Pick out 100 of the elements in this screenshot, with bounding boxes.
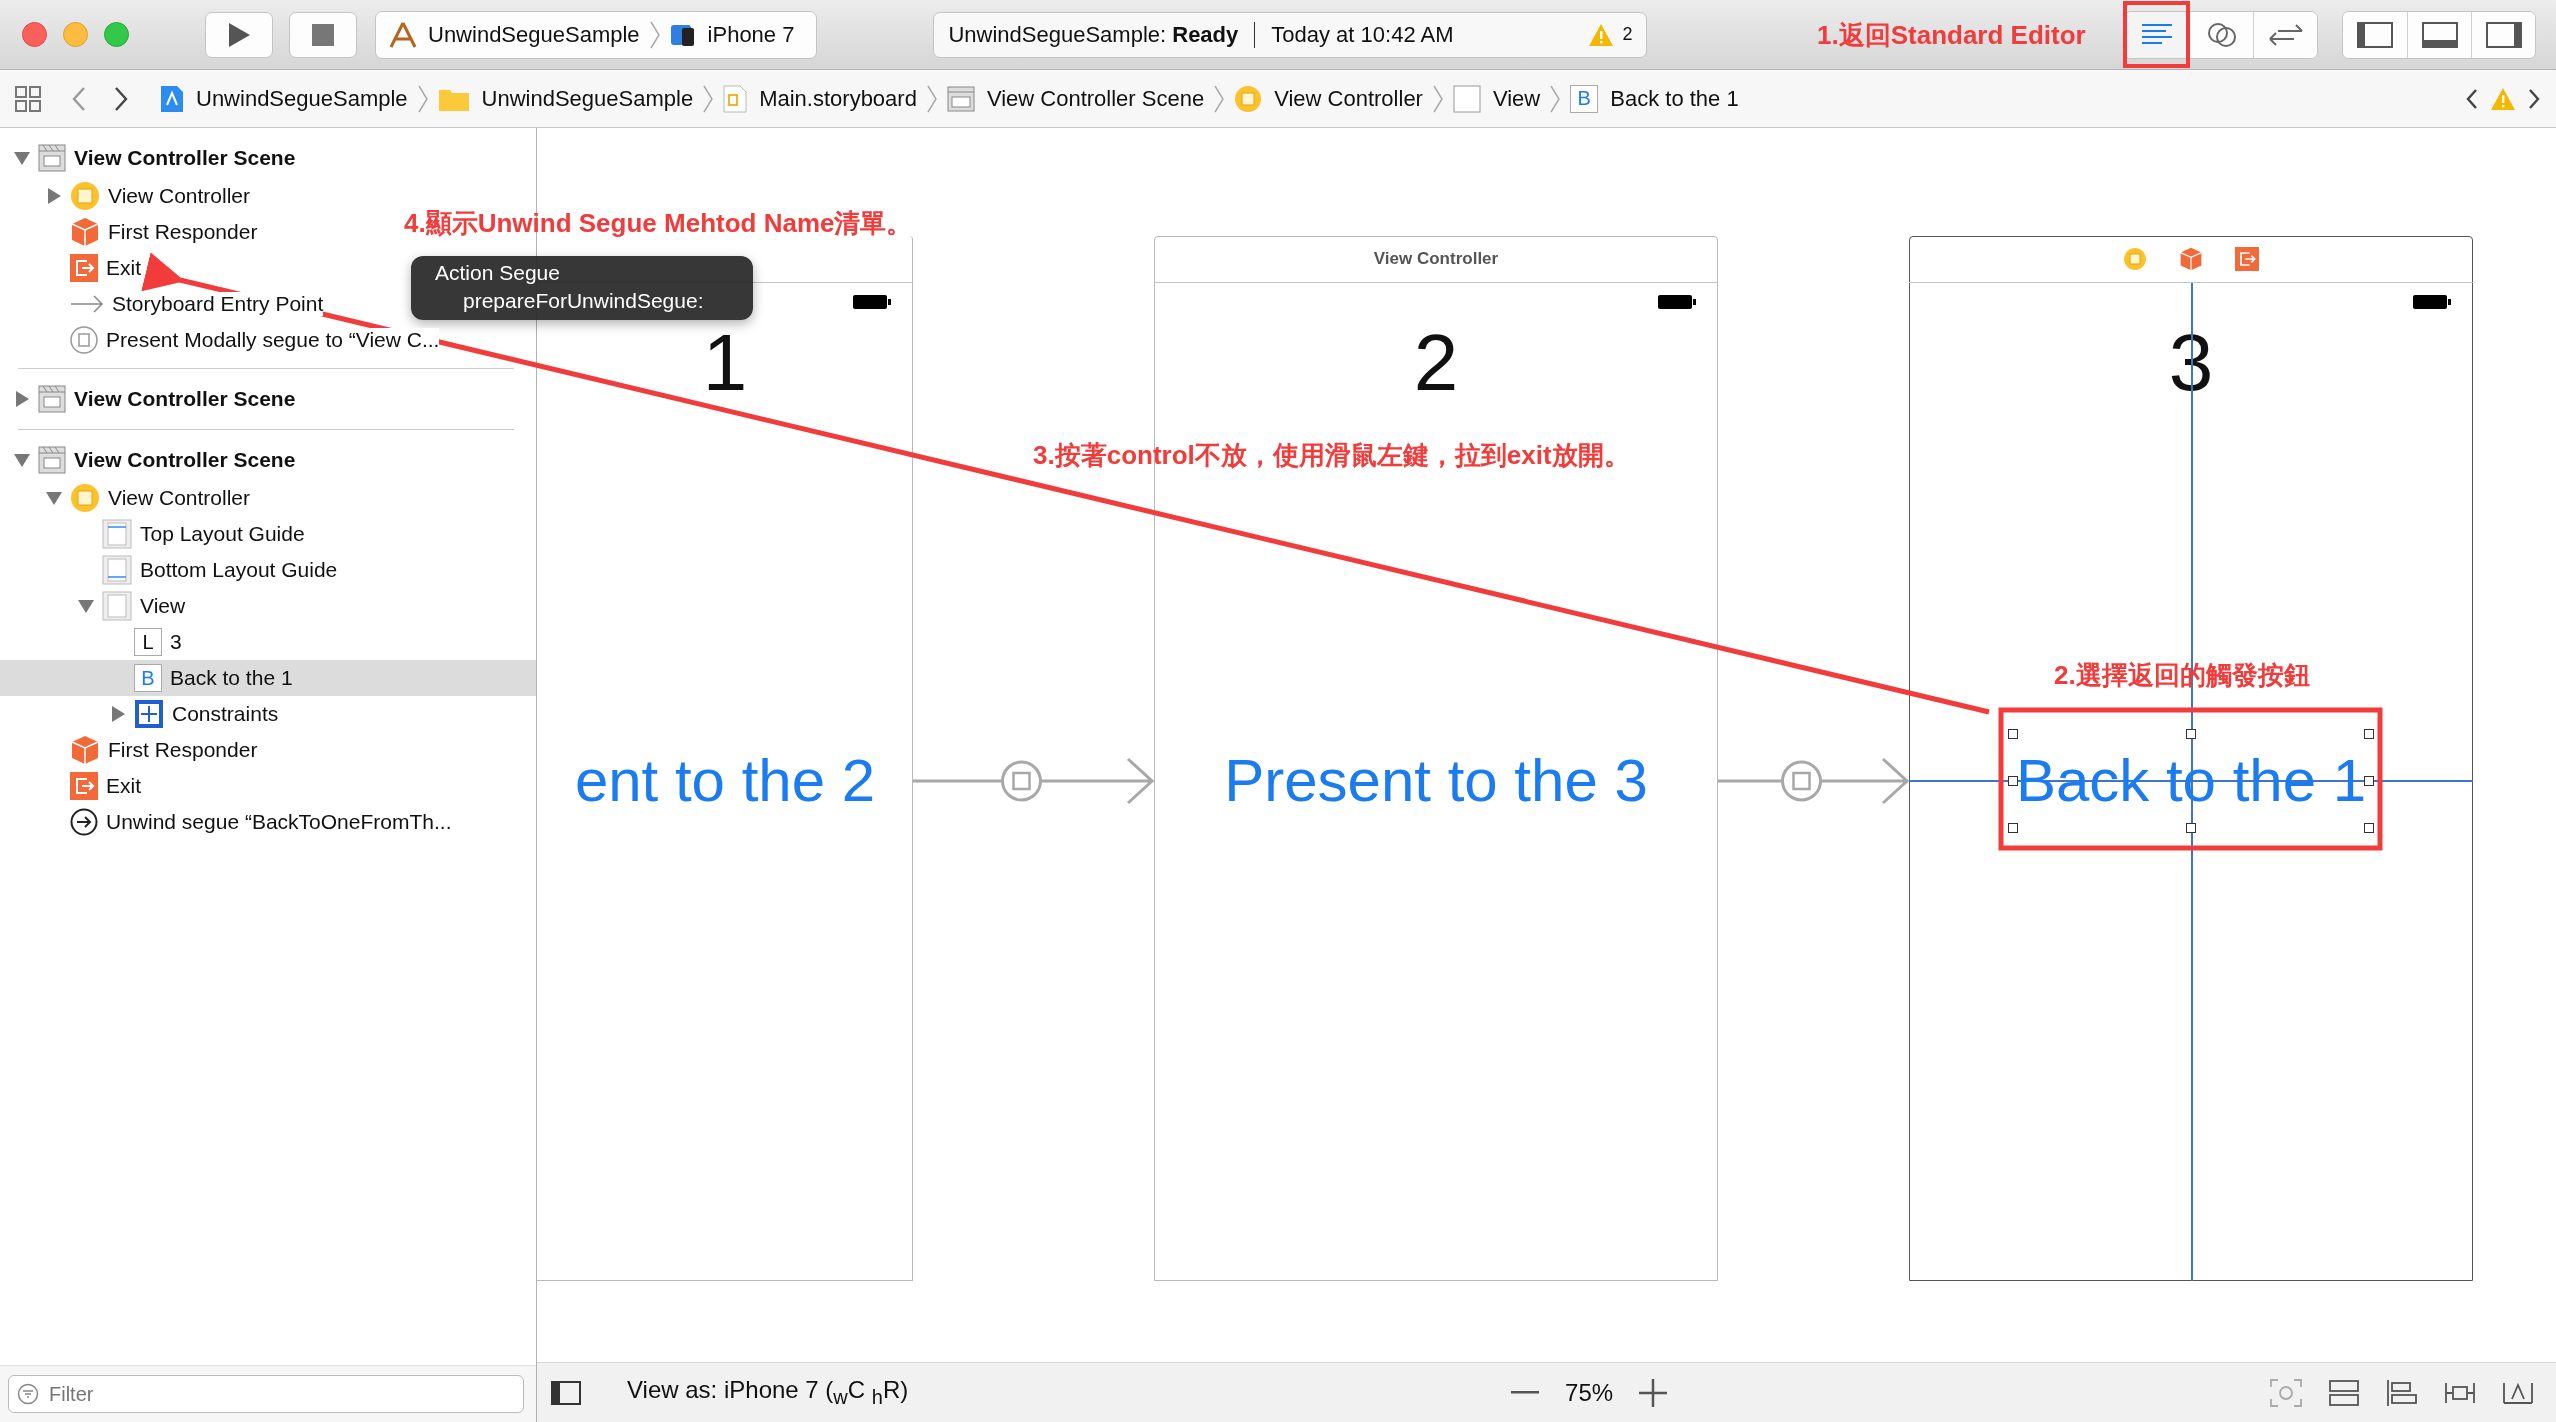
- breadcrumb-item[interactable]: View: [1452, 84, 1541, 113]
- battery-icon: [1658, 295, 1696, 309]
- button-type-icon: B: [134, 664, 162, 692]
- grid-icon[interactable]: [14, 84, 42, 113]
- storyboard-file-icon: [723, 84, 748, 113]
- disclosure-triangle-icon[interactable]: [13, 149, 31, 167]
- disclosure-triangle-icon[interactable]: [77, 597, 95, 615]
- highlight-box: [2123, 1, 2190, 68]
- scene-icon: [38, 144, 66, 172]
- scheme-selector[interactable]: UnwindSegueSample iPhone 7: [375, 10, 818, 59]
- outline-row[interactable]: First Responder: [0, 732, 258, 768]
- project-file-icon: [160, 84, 184, 113]
- disclosure-triangle-icon[interactable]: [45, 489, 63, 507]
- arrows-icon: [2267, 21, 2304, 48]
- filter-icon: [17, 1383, 39, 1405]
- outline-row[interactable]: View Controller Scene: [0, 440, 296, 480]
- cube-icon: [70, 217, 100, 247]
- play-icon: [226, 20, 252, 49]
- button-type-icon: B: [1570, 84, 1599, 113]
- battery-icon: [853, 295, 891, 309]
- outline-row[interactable]: Exit: [0, 250, 141, 286]
- warning-count: 2: [1622, 24, 1633, 45]
- chevron-icon: [649, 20, 660, 49]
- zoom-out-icon[interactable]: [1511, 1390, 1540, 1395]
- outline-row[interactable]: View Controller: [0, 178, 250, 214]
- exit-icon[interactable]: [2235, 247, 2259, 271]
- chevron-icon: [1214, 84, 1225, 113]
- utilities-toggle-icon[interactable]: [2471, 11, 2535, 58]
- outline-row[interactable]: View: [0, 588, 186, 624]
- disclosure-triangle-icon[interactable]: [13, 390, 31, 408]
- segue-icon: [70, 326, 98, 354]
- chevron-icon: [926, 84, 937, 113]
- battery-icon: [2413, 295, 2451, 309]
- outline-row[interactable]: View Controller: [0, 480, 250, 516]
- label-text: 1: [701, 323, 749, 403]
- outline-row[interactable]: Exit: [0, 768, 141, 804]
- close-button[interactable]: [22, 22, 47, 47]
- outline-row[interactable]: Constraints: [0, 696, 279, 732]
- outline-row[interactable]: Bottom Layout Guide: [0, 552, 338, 588]
- build-time: Today at 10:42 AM: [1271, 21, 1454, 48]
- annotation-text: 4.顯示Unwind Segue Mehtod Name清單。: [404, 207, 913, 240]
- disclosure-triangle-icon[interactable]: [109, 705, 127, 723]
- menu-item[interactable]: prepareForUnwindSegue:: [435, 287, 753, 315]
- version-editor-button[interactable]: [2253, 11, 2317, 58]
- view-as-label[interactable]: View as: iPhone 7 ($_{w}$C $_{h}$R): [627, 1376, 909, 1409]
- layout-guide-icon: [102, 555, 132, 585]
- scene-button[interactable]: Present to the 3: [1216, 729, 1656, 833]
- layout-guide-icon: [102, 519, 132, 549]
- arrow-icon: [70, 294, 104, 314]
- cube-icon[interactable]: [2179, 247, 2203, 271]
- scene-icon: [38, 446, 66, 474]
- scheme-name: UnwindSegueSample: [428, 21, 640, 48]
- annotation-text: 3.按著control不放，使用滑鼠左鍵，拉到exit放開。: [1033, 439, 1630, 472]
- chevron-icon: [1550, 84, 1561, 113]
- scene-button[interactable]: ent to the 2: [566, 729, 884, 833]
- outline-row[interactable]: B Back to the 1: [0, 660, 536, 696]
- view-controller-icon: [70, 181, 100, 211]
- exit-icon: [70, 772, 98, 800]
- menu-header: Action Segue: [435, 260, 561, 286]
- zoom-in-icon[interactable]: [1639, 1378, 1668, 1407]
- align-icon[interactable]: [2386, 1378, 2418, 1407]
- cube-icon: [70, 735, 100, 765]
- chevron-icon: [417, 84, 428, 113]
- filter-field[interactable]: Filter: [8, 1375, 524, 1413]
- scene-icon: [946, 85, 975, 112]
- outline-row[interactable]: L 3: [0, 624, 182, 660]
- label-type-icon: L: [134, 628, 162, 656]
- exit-icon: [70, 254, 98, 282]
- breadcrumb-item[interactable]: View Controller Scene: [946, 85, 1205, 112]
- annotation-text: 1.返回Standard Editor: [1817, 19, 2086, 52]
- breadcrumb-item[interactable]: UnwindSegueSample: [437, 85, 694, 112]
- scene-title: View Controller: [1373, 249, 1499, 269]
- outline-row[interactable]: Storyboard Entry Point: [0, 286, 324, 322]
- standard-editor-button[interactable]: [2125, 11, 2189, 58]
- stack-icon[interactable]: [2328, 1378, 2360, 1407]
- label-text: 2: [1412, 323, 1460, 403]
- constraints-icon: [134, 699, 164, 729]
- outline-row[interactable]: First Responder: [0, 214, 258, 250]
- chevron-icon: [703, 84, 714, 113]
- stop-button[interactable]: [289, 11, 357, 58]
- disclosure-triangle-icon[interactable]: [45, 187, 63, 205]
- scene-icon: [38, 385, 66, 413]
- outline-row[interactable]: View Controller Scene: [0, 138, 296, 178]
- view-icon: [102, 591, 132, 621]
- breadcrumb-item[interactable]: UnwindSegueSample: [160, 84, 408, 113]
- zoom-level: 75%: [1565, 1378, 1614, 1407]
- run-button[interactable]: [205, 11, 273, 58]
- breadcrumb-item[interactable]: View Controller: [1234, 84, 1423, 113]
- disclosure-triangle-icon[interactable]: [13, 451, 31, 469]
- sidebar-toggle-icon[interactable]: [551, 1380, 581, 1405]
- view-controller-icon: [70, 483, 100, 513]
- outline-row[interactable]: View Controller Scene: [0, 379, 296, 419]
- breadcrumb-item[interactable]: Main.storyboard: [723, 84, 917, 113]
- outline-row[interactable]: Top Layout Guide: [0, 516, 305, 552]
- build-status: UnwindSegueSample: Ready: [948, 21, 1239, 48]
- breadcrumb-item[interactable]: B Back to the 1: [1570, 84, 1739, 113]
- stop-icon: [311, 22, 335, 47]
- unwind-segue-icon: [70, 808, 98, 836]
- view-controller-icon: [1234, 84, 1263, 113]
- chevron-icon: [1432, 84, 1443, 113]
